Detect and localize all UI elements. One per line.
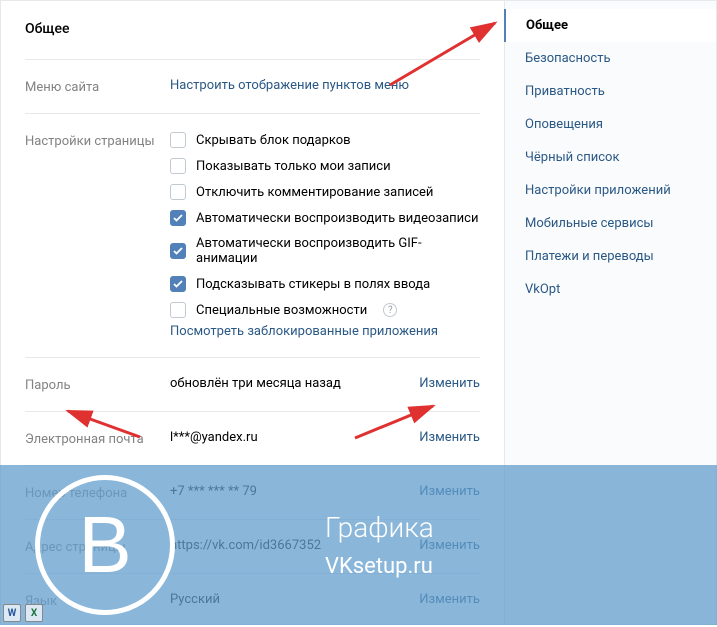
checkbox-label: Скрывать блок подарков bbox=[196, 133, 351, 148]
checkbox-label: Подсказывать стикеры в полях ввода bbox=[196, 277, 430, 292]
phone-label: Номер телефона bbox=[25, 484, 170, 501]
email-value: l***@yandex.ru bbox=[170, 430, 410, 445]
menu-configure-link[interactable]: Настроить отображение пунктов меню bbox=[170, 78, 409, 93]
language-value: Русский bbox=[170, 592, 410, 607]
page-title: Общее bbox=[25, 21, 480, 37]
checkbox-option-1[interactable]: Показывать только мои записи bbox=[170, 158, 480, 174]
address-row: Адрес страницы https://vk.com/id3667352 … bbox=[25, 519, 480, 573]
password-value: обновлён три месяца назад bbox=[170, 376, 410, 391]
sidebar-item-1[interactable]: Безопасность bbox=[505, 42, 716, 75]
taskbar-icons: W X bbox=[3, 604, 43, 622]
email-label: Электронная почта bbox=[25, 430, 170, 447]
page-settings-row: Настройки страницы Скрывать блок подарко… bbox=[25, 113, 480, 357]
checkbox-option-0[interactable]: Скрывать блок подарков bbox=[170, 132, 480, 148]
checkbox-icon[interactable] bbox=[170, 243, 186, 259]
excel-icon: X bbox=[25, 604, 43, 622]
checkbox-option-5[interactable]: Подсказывать стикеры в полях ввода bbox=[170, 276, 480, 292]
checkbox-label: Автоматически воспроизводить видеозаписи bbox=[196, 211, 478, 226]
checkbox-option-3[interactable]: Автоматически воспроизводить видеозаписи bbox=[170, 210, 480, 226]
sidebar-item-5[interactable]: Настройки приложений bbox=[505, 174, 716, 207]
checkbox-label: Автоматически воспроизводить GIF-анимаци… bbox=[196, 236, 480, 266]
email-change-link[interactable]: Изменить bbox=[419, 430, 480, 445]
phone-row: Номер телефона +7 *** *** ** 79 Изменить bbox=[25, 465, 480, 519]
language-label: Язык bbox=[25, 592, 170, 609]
checkbox-icon[interactable] bbox=[170, 158, 186, 174]
phone-value: +7 *** *** ** 79 bbox=[170, 484, 410, 499]
address-value: https://vk.com/id3667352 bbox=[170, 538, 410, 553]
help-icon[interactable]: ? bbox=[383, 303, 397, 317]
email-row: Электронная почта l***@yandex.ru Изменит… bbox=[25, 411, 480, 465]
checkbox-label: Специальные возможности bbox=[196, 303, 367, 318]
language-row: Язык Русский Изменить bbox=[25, 573, 480, 627]
word-icon: W bbox=[3, 604, 21, 622]
checkbox-label: Показывать только мои записи bbox=[196, 159, 391, 174]
checkbox-icon[interactable] bbox=[170, 132, 186, 148]
sidebar-item-4[interactable]: Чёрный список bbox=[505, 141, 716, 174]
language-change-link[interactable]: Изменить bbox=[419, 592, 480, 607]
password-row: Пароль обновлён три месяца назад Изменит… bbox=[25, 357, 480, 411]
settings-sidebar: ОбщееБезопасностьПриватностьОповещенияЧё… bbox=[504, 1, 716, 624]
sidebar-item-2[interactable]: Приватность bbox=[505, 75, 716, 108]
checkbox-option-6[interactable]: Специальные возможности? bbox=[170, 302, 480, 318]
checkbox-label: Отключить комментирование записей bbox=[196, 185, 433, 200]
blocked-apps-link[interactable]: Посмотреть заблокированные приложения bbox=[170, 324, 438, 339]
sidebar-item-8[interactable]: VkOpt bbox=[505, 273, 716, 306]
checkbox-option-4[interactable]: Автоматически воспроизводить GIF-анимаци… bbox=[170, 236, 480, 266]
password-change-link[interactable]: Изменить bbox=[419, 376, 480, 391]
page-settings-label: Настройки страницы bbox=[25, 132, 170, 149]
checkbox-icon[interactable] bbox=[170, 276, 186, 292]
sidebar-item-7[interactable]: Платежи и переводы bbox=[505, 240, 716, 273]
checkbox-icon[interactable] bbox=[170, 210, 186, 226]
menu-label: Меню сайта bbox=[25, 78, 170, 95]
checkbox-icon[interactable] bbox=[170, 184, 186, 200]
address-change-link[interactable]: Изменить bbox=[419, 538, 480, 553]
sidebar-item-3[interactable]: Оповещения bbox=[505, 108, 716, 141]
phone-change-link[interactable]: Изменить bbox=[419, 484, 480, 499]
checkbox-option-2[interactable]: Отключить комментирование записей bbox=[170, 184, 480, 200]
address-label: Адрес страницы bbox=[25, 538, 170, 555]
checkbox-icon[interactable] bbox=[170, 302, 186, 318]
sidebar-item-0[interactable]: Общее bbox=[504, 9, 716, 42]
menu-row: Меню сайта Настроить отображение пунктов… bbox=[25, 59, 480, 113]
sidebar-item-6[interactable]: Мобильные сервисы bbox=[505, 207, 716, 240]
password-label: Пароль bbox=[25, 376, 170, 393]
